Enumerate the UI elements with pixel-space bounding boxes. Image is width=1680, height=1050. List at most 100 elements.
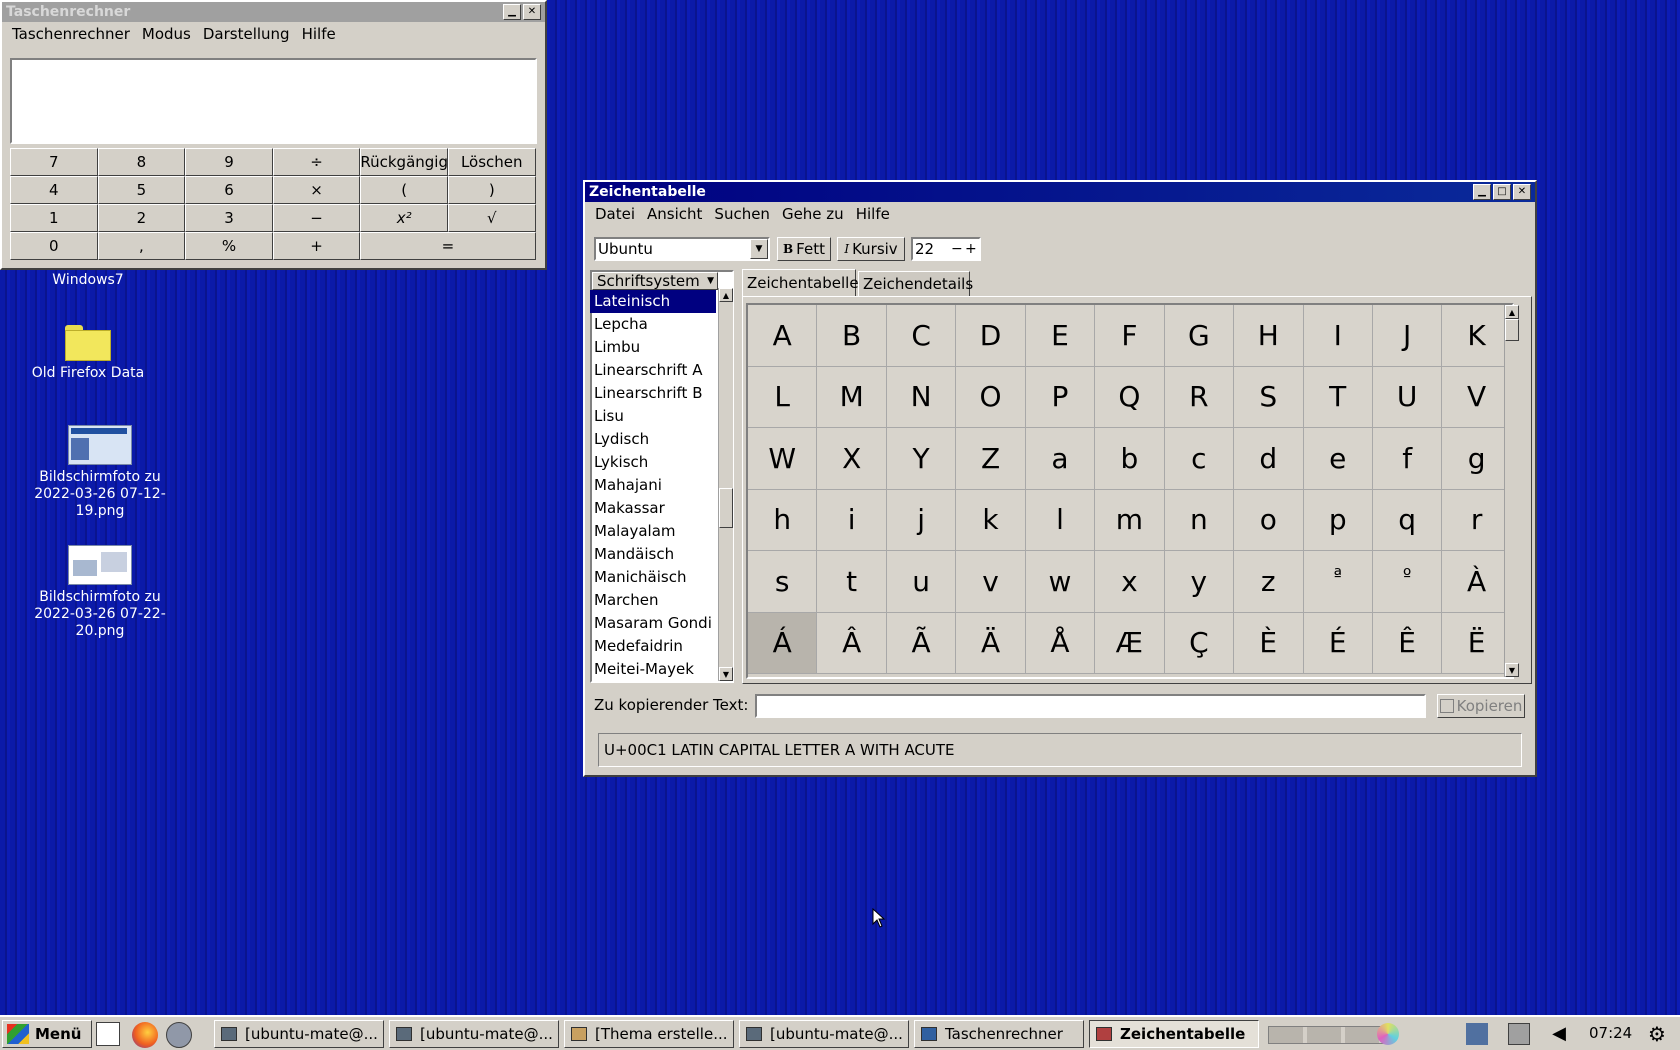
char-cell[interactable]: D [956,305,1026,367]
char-cell[interactable]: Ä [956,612,1026,674]
keyboard-icon[interactable] [1508,1023,1530,1045]
firefox-launcher-icon[interactable] [132,1022,158,1048]
char-cell[interactable]: È [1234,612,1304,674]
key-open-paren[interactable]: ( [360,176,448,204]
key-multiply[interactable]: × [272,176,361,204]
minimize-icon[interactable]: ▁ [503,4,521,20]
char-cell[interactable]: F [1095,305,1165,367]
char-cell[interactable]: J [1372,305,1443,367]
key-sqrt[interactable]: √ [447,204,536,232]
cd-icon[interactable] [1377,1023,1399,1045]
char-cell[interactable]: T [1303,366,1373,428]
minimize-icon[interactable]: ▁ [1473,184,1491,200]
char-cell[interactable]: z [1234,551,1304,613]
task-terminal-3[interactable]: [ubuntu-mate@... [739,1020,909,1048]
char-cell[interactable]: N [886,366,957,428]
menu-suchen[interactable]: Suchen [708,205,776,223]
task-theme-editor[interactable]: [Thema erstelle... [564,1020,734,1048]
tab-zeichentabelle[interactable]: Zeichentabelle [742,269,859,297]
char-cell[interactable]: V [1442,366,1512,428]
calculator-titlebar[interactable]: Taschenrechner ▁ ✕ [2,2,545,22]
char-cell[interactable]: Å [1025,612,1096,674]
list-item[interactable]: Malayalam [590,520,716,543]
char-cell[interactable]: c [1164,428,1235,490]
char-cell[interactable]: Ê [1372,612,1443,674]
desktop-icon-old-firefox-data[interactable]: Old Firefox Data [18,325,158,382]
char-cell[interactable]: x [1095,551,1165,613]
tab-zeichendetails[interactable]: Zeichendetails [858,271,973,297]
task-terminal-1[interactable]: [ubuntu-mate@... [214,1020,384,1048]
key-clear[interactable]: Löschen [447,148,536,176]
list-item[interactable]: Lepcha [590,313,716,336]
calculator-display[interactable] [10,58,537,144]
workspace-switcher-icon[interactable] [1268,1026,1388,1044]
char-cell[interactable]: O [956,366,1026,428]
char-cell[interactable]: X [817,428,887,490]
char-cell-selected[interactable]: Á [748,612,818,674]
char-cell[interactable]: G [1164,305,1235,367]
char-cell[interactable]: P [1025,366,1096,428]
scrollbar-thumb[interactable] [1505,319,1519,341]
scroll-down-icon[interactable]: ▼ [719,667,733,681]
list-item[interactable]: Lykisch [590,451,716,474]
key-percent[interactable]: % [185,232,273,260]
char-cell[interactable]: s [748,551,818,613]
scroll-down-icon[interactable]: ▼ [1505,663,1519,677]
key-0[interactable]: 0 [10,232,98,260]
list-item[interactable]: Medefaidrin [590,635,716,658]
char-cell[interactable]: ª [1303,551,1373,613]
key-4[interactable]: 4 [10,176,98,204]
list-item[interactable]: Marchen [590,589,716,612]
char-cell[interactable]: y [1164,551,1235,613]
char-cell[interactable]: C [886,305,957,367]
script-list-header[interactable]: Schriftsystem ▼ [592,272,718,290]
desktop-icon-screenshot-2[interactable]: Bildschirmfoto zu 2022-03-26 07-22-20.pn… [30,545,170,640]
char-cell[interactable]: º [1372,551,1443,613]
char-cell[interactable]: g [1442,428,1512,490]
char-cell[interactable]: Z [956,428,1026,490]
list-item[interactable]: Linearschrift B [590,382,716,405]
key-3[interactable]: 3 [185,204,273,232]
scroll-up-icon[interactable]: ▲ [719,288,733,302]
gear-icon[interactable]: ⚙ [1646,1023,1668,1045]
char-cell[interactable]: R [1164,366,1235,428]
list-item[interactable]: Mahajani [590,474,716,497]
char-cell[interactable]: S [1234,366,1304,428]
char-cell[interactable]: q [1372,489,1443,551]
key-8[interactable]: 8 [97,148,186,176]
key-minus[interactable]: − [272,204,361,232]
list-item[interactable]: Linearschrift A [590,359,716,382]
char-cell[interactable]: À [1442,551,1512,613]
desktop-icon-windows7[interactable]: Windows7 [18,272,158,289]
task-calculator[interactable]: Taschenrechner [914,1020,1084,1048]
menu-ansicht[interactable]: Ansicht [641,205,708,223]
char-cell[interactable]: Y [886,428,957,490]
char-cell[interactable]: l [1025,489,1096,551]
key-plus[interactable]: + [272,232,361,260]
menu-taschenrechner[interactable]: Taschenrechner [6,25,136,43]
char-cell[interactable]: U [1372,366,1443,428]
char-cell[interactable]: b [1095,428,1165,490]
task-terminal-2[interactable]: [ubuntu-mate@... [389,1020,559,1048]
key-close-paren[interactable]: ) [447,176,536,204]
char-cell[interactable]: W [748,428,818,490]
char-cell[interactable]: M [817,366,887,428]
charmap-titlebar[interactable]: Zeichentabelle ▁ □ ✕ [585,182,1535,202]
text-editor-launcher-icon[interactable] [96,1022,120,1046]
key-5[interactable]: 5 [97,176,186,204]
scroll-up-icon[interactable]: ▲ [1505,305,1519,319]
list-item[interactable]: Mandäisch [590,543,716,566]
key-equals[interactable]: = [360,232,536,260]
char-cell[interactable]: t [817,551,887,613]
char-cell[interactable]: Ë [1442,612,1512,674]
list-item[interactable]: Masaram Gondi [590,612,716,635]
font-size-spinner[interactable]: 22 − + [911,237,981,261]
font-select[interactable]: Ubuntu ▼ [594,237,770,261]
key-divide[interactable]: ÷ [272,148,361,176]
list-item[interactable]: Manichäisch [590,566,716,589]
list-item[interactable]: Lateinisch [590,290,716,313]
char-cell[interactable]: h [748,489,818,551]
char-cell[interactable]: Ç [1164,612,1235,674]
close-icon[interactable]: ✕ [523,4,541,20]
char-cell[interactable]: v [956,551,1026,613]
